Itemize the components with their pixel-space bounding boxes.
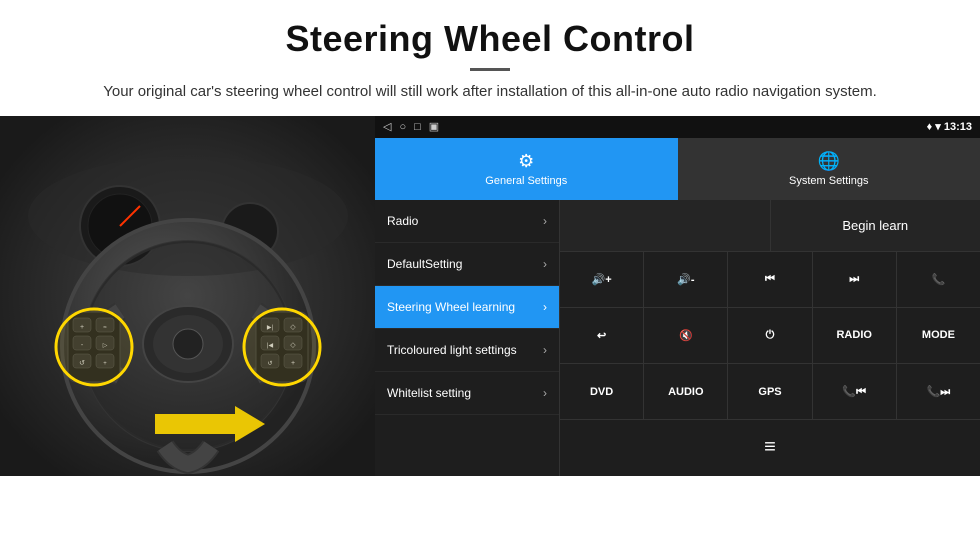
page-header: Steering Wheel Control Your original car… (0, 0, 980, 116)
prev-track-icon: ⏮ (765, 273, 775, 286)
control-row-2: ↩ 🔇 ⏻ RADIO MODE (560, 308, 980, 364)
mode-label: MODE (922, 329, 955, 341)
page-subtitle: Your original car's steering wheel contr… (20, 81, 960, 104)
begin-learn-button[interactable]: Begin learn (771, 200, 980, 251)
radio-label: RADIO (836, 329, 871, 341)
android-panel: ◁ ○ □ ▣ ♦ ▾ 13:13 ⚙ General Settings 🌐 S… (375, 116, 980, 476)
prev-track-button[interactable]: ⏮ (728, 252, 812, 307)
tab-general-label: General Settings (485, 175, 567, 187)
right-controls: Begin learn 🔊+ 🔊- ⏮ (560, 200, 980, 476)
menu-radio-label: Radio (387, 214, 418, 228)
power-icon: ⏻ (766, 329, 775, 342)
home-icon: ○ (399, 121, 406, 133)
chevron-right-icon: › (543, 214, 547, 228)
phone-next-icon: 📞⏭ (927, 385, 951, 399)
left-menu: Radio › DefaultSetting › Steering Wheel … (375, 200, 560, 476)
page-title: Steering Wheel Control (20, 18, 960, 60)
tab-general-settings[interactable]: ⚙ General Settings (375, 138, 678, 200)
status-bar-nav-icons: ◁ ○ □ ▣ (383, 120, 439, 133)
hang-up-button[interactable]: ↩ (560, 308, 644, 363)
volume-down-icon: 🔊- (677, 273, 694, 286)
chevron-right-icon: › (543, 386, 547, 400)
menu-tricoloured-label: Tricoloured light settings (387, 343, 517, 357)
globe-icon: 🌐 (818, 151, 840, 172)
menu-item-default-setting[interactable]: DefaultSetting › (375, 243, 559, 286)
mute-icon: 🔇 (679, 329, 693, 342)
tab-system-settings[interactable]: 🌐 System Settings (678, 138, 980, 200)
hang-up-icon: ↩ (597, 329, 606, 342)
key-display-box (560, 200, 771, 251)
main-content: + ≈ - ▷ ↺ + ▶| ◇ |◀ ◇ ↺ + (0, 116, 980, 476)
dvd-button[interactable]: DVD (560, 364, 644, 419)
volume-up-icon: 🔊+ (592, 273, 612, 286)
menu-default-label: DefaultSetting (387, 257, 462, 271)
clock: 13:13 (944, 121, 972, 133)
gps-icon: ♦ ▾ (927, 121, 944, 133)
control-row-1: 🔊+ 🔊- ⏮ ⏭ 📞 (560, 252, 980, 308)
radio-button[interactable]: RADIO (813, 308, 897, 363)
chevron-right-icon: › (543, 300, 547, 314)
volume-down-button[interactable]: 🔊- (644, 252, 728, 307)
power-button[interactable]: ⏻ (728, 308, 812, 363)
back-icon: ◁ (383, 120, 391, 133)
phone-next-button[interactable]: 📞⏭ (897, 364, 980, 419)
audio-label: AUDIO (668, 386, 703, 398)
status-bar-info: ♦ ▾ 13:13 (927, 120, 972, 133)
menu-item-tricoloured[interactable]: Tricoloured light settings › (375, 329, 559, 372)
menu-item-steering-wheel[interactable]: Steering Wheel learning › (375, 286, 559, 329)
phone-prev-button[interactable]: 📞⏮ (813, 364, 897, 419)
volume-up-button[interactable]: 🔊+ (560, 252, 644, 307)
next-track-icon: ⏭ (849, 273, 859, 286)
menu-whitelist-label: Whitelist setting (387, 386, 471, 400)
mode-button[interactable]: MODE (897, 308, 980, 363)
mute-button[interactable]: 🔇 (644, 308, 728, 363)
phone-icon: 📞 (932, 273, 946, 286)
chevron-right-icon: › (543, 257, 547, 271)
settings-content: Radio › DefaultSetting › Steering Wheel … (375, 200, 980, 476)
status-bar: ◁ ○ □ ▣ ♦ ▾ 13:13 (375, 116, 980, 138)
menu-steering-label: Steering Wheel learning (387, 300, 515, 314)
controls-grid: 🔊+ 🔊- ⏮ ⏭ 📞 (560, 252, 980, 476)
phone-prev-icon: 📞⏮ (842, 385, 866, 399)
tab-system-label: System Settings (789, 175, 868, 187)
chevron-right-icon: › (543, 343, 547, 357)
menu-icon: ≡ (764, 436, 776, 459)
gps-button[interactable]: GPS (728, 364, 812, 419)
dvd-label: DVD (590, 386, 613, 398)
menu-item-whitelist[interactable]: Whitelist setting › (375, 372, 559, 415)
screenshot-icon: ▣ (429, 120, 439, 133)
next-track-button[interactable]: ⏭ (813, 252, 897, 307)
recents-icon: □ (414, 121, 421, 133)
audio-button[interactable]: AUDIO (644, 364, 728, 419)
phone-button[interactable]: 📞 (897, 252, 980, 307)
title-divider (470, 68, 510, 71)
tab-bar: ⚙ General Settings 🌐 System Settings (375, 138, 980, 200)
top-action-row: Begin learn (560, 200, 980, 252)
control-row-3: DVD AUDIO GPS 📞⏮ 📞⏭ (560, 364, 980, 420)
control-row-4: ≡ (560, 420, 980, 475)
menu-item-radio[interactable]: Radio › (375, 200, 559, 243)
steering-wheel-image: + ≈ - ▷ ↺ + ▶| ◇ |◀ ◇ ↺ + (0, 116, 375, 476)
menu-button[interactable]: ≡ (560, 420, 980, 475)
gps-label: GPS (758, 386, 781, 398)
gear-icon: ⚙ (518, 151, 534, 172)
